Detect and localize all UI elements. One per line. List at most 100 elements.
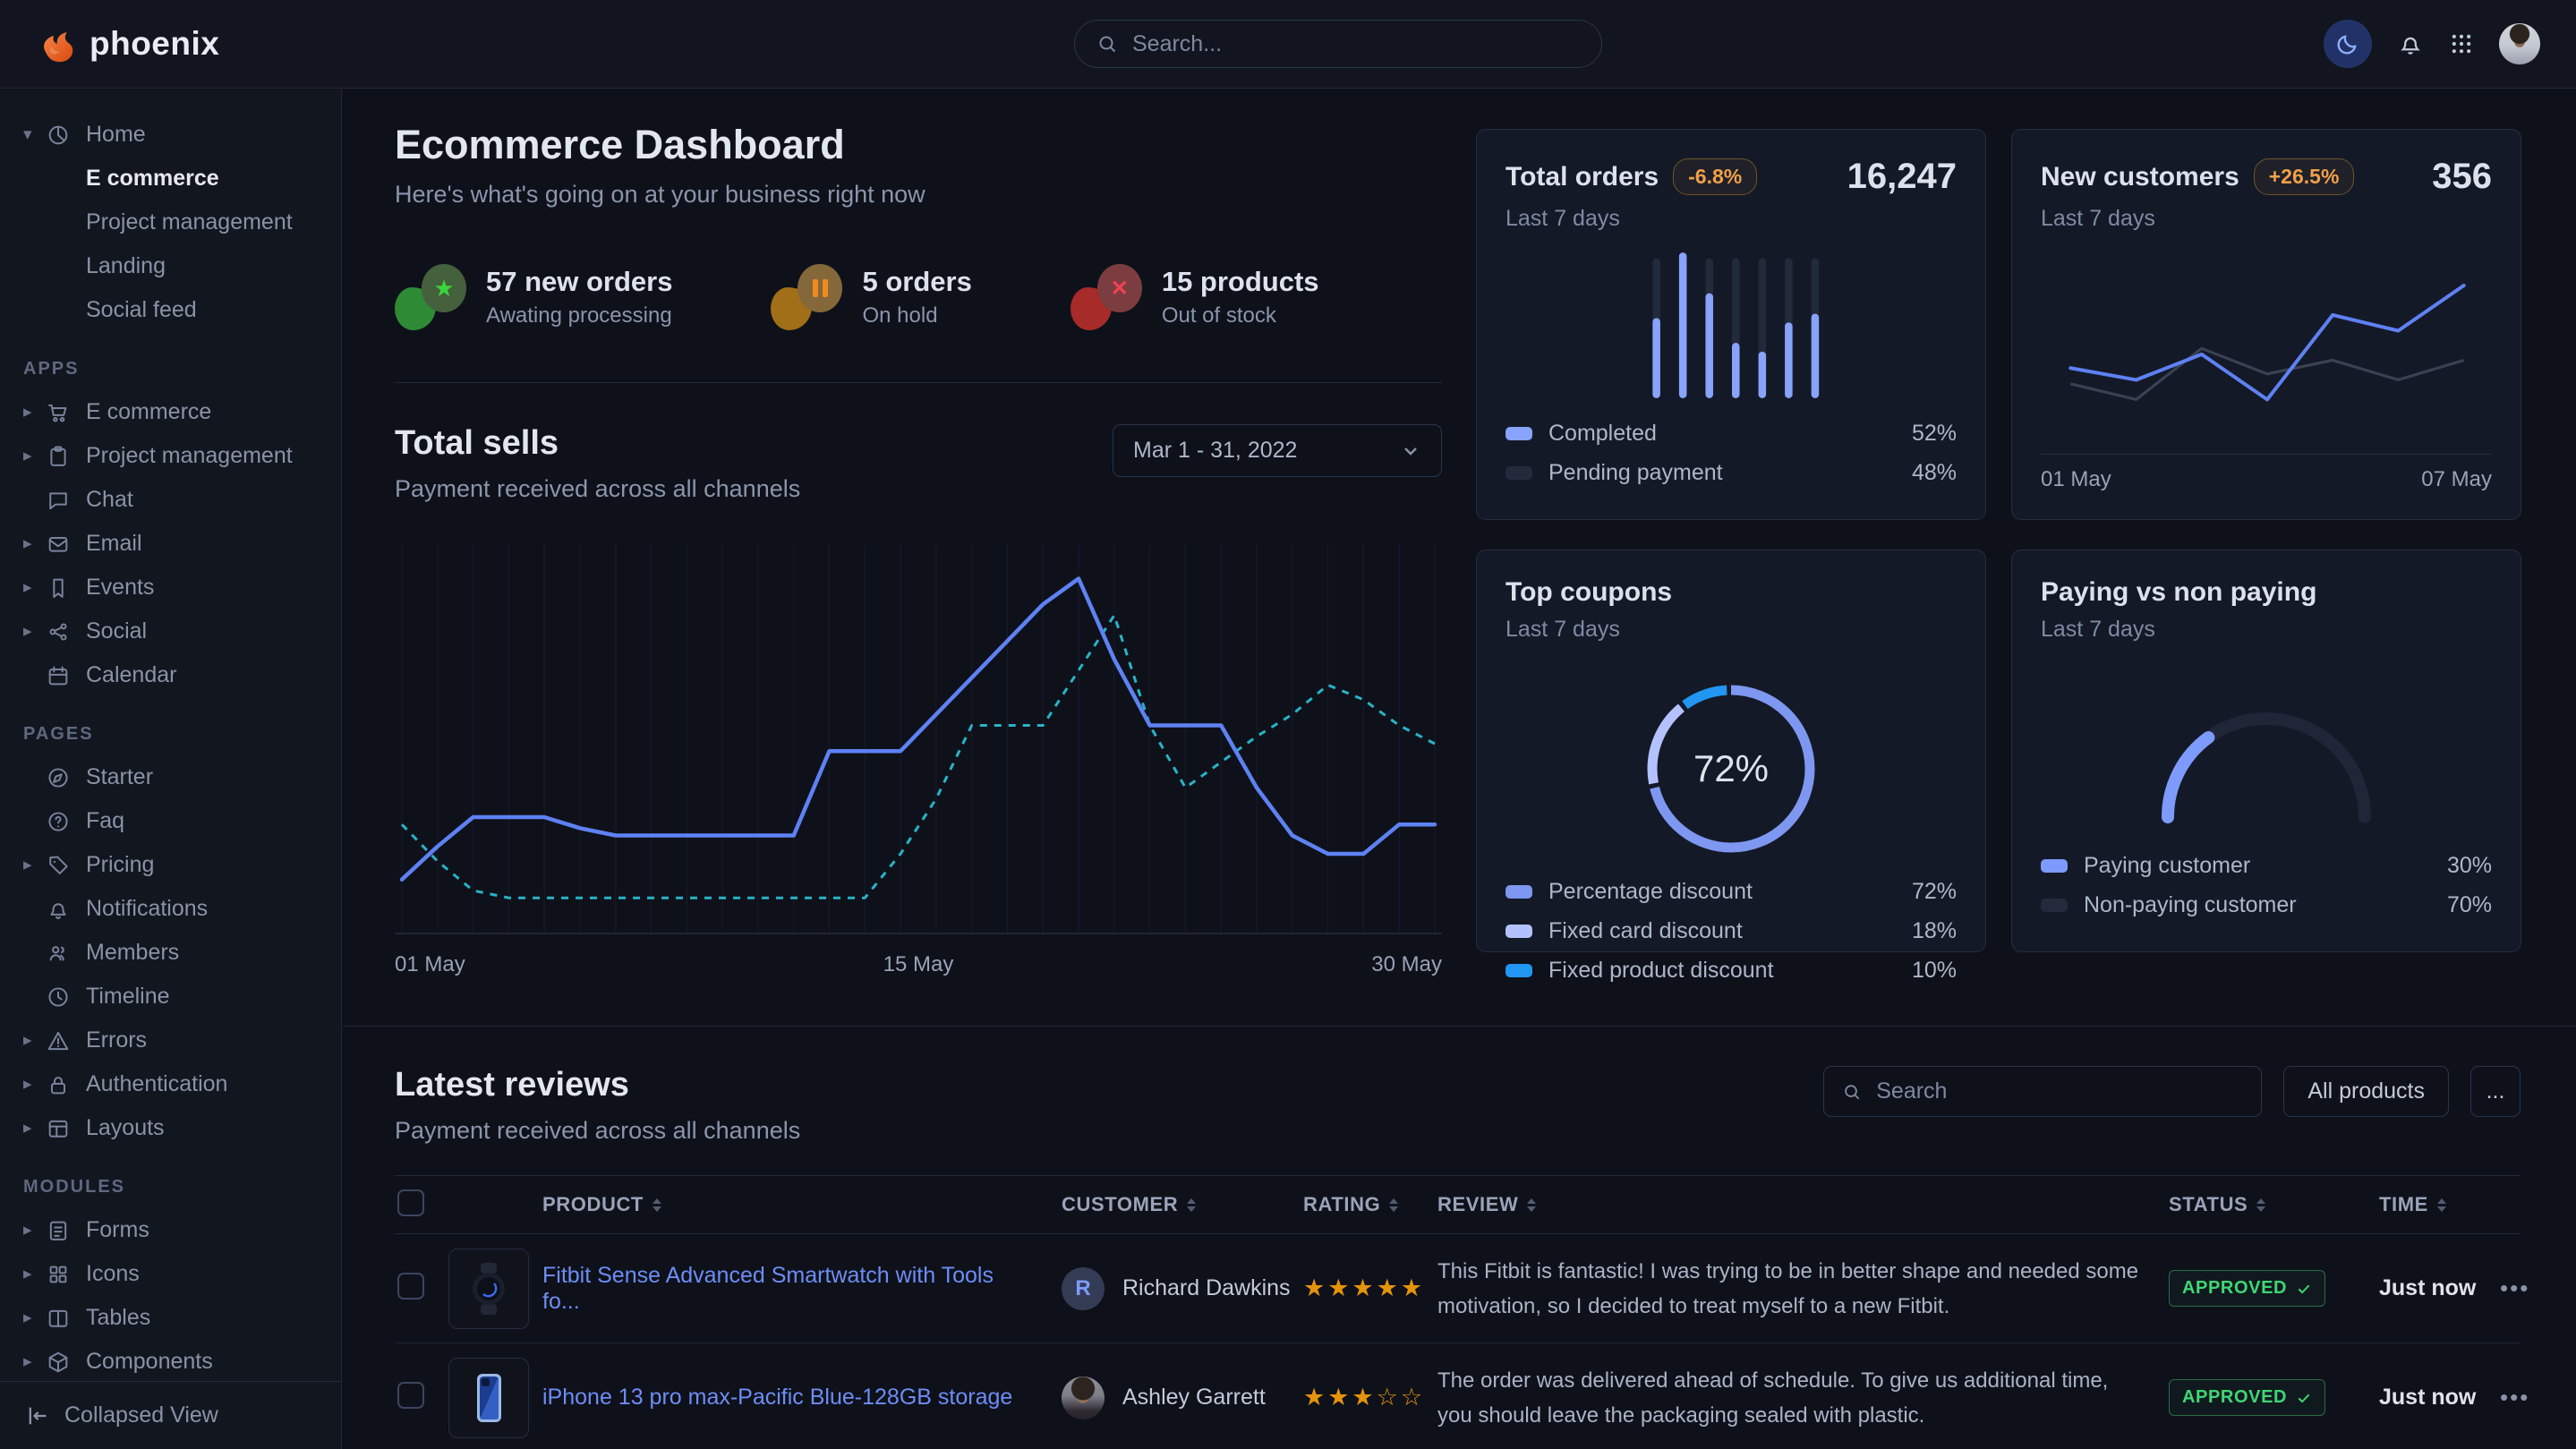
sidebar-item-project-management[interactable]: ▸Project management <box>0 434 341 478</box>
sort-icon[interactable] <box>653 1198 661 1212</box>
sort-icon[interactable] <box>2437 1198 2446 1212</box>
sidebar-item-e-commerce[interactable]: E commerce <box>0 157 341 200</box>
apps-grid-button[interactable] <box>2449 31 2474 56</box>
row-checkbox[interactable] <box>397 1382 424 1409</box>
x-tick: 30 May <box>1371 952 1442 977</box>
column-header-status[interactable]: STATUS <box>2169 1193 2379 1216</box>
row-more-button[interactable]: ••• <box>2500 1384 2529 1411</box>
sidebar-item-forms[interactable]: ▸Forms <box>0 1208 341 1252</box>
status-badge: APPROVED <box>2169 1379 2325 1416</box>
row-checkbox[interactable] <box>397 1273 424 1300</box>
reviews-more-button[interactable]: ... <box>2470 1066 2521 1117</box>
sidebar-item-tables[interactable]: ▸Tables <box>0 1296 341 1340</box>
sidebar-item-layouts[interactable]: ▸Layouts <box>0 1106 341 1150</box>
collapsed-view-toggle[interactable]: Collapsed View <box>0 1381 341 1449</box>
total-sells-subtitle: Payment received across all channels <box>395 475 800 503</box>
user-avatar[interactable] <box>2499 23 2540 64</box>
top-navbar: phoenix <box>0 0 2576 89</box>
sort-icon[interactable] <box>2256 1198 2265 1212</box>
status-cell: APPROVED <box>2169 1379 2379 1416</box>
date-range-select[interactable]: Mar 1 - 31, 2022 <box>1113 424 1442 477</box>
rating-cell: ★★★★★ <box>1303 1274 1437 1302</box>
sidebar-item-events[interactable]: ▸Events <box>0 566 341 609</box>
sidebar-item-components[interactable]: ▸Components <box>0 1340 341 1384</box>
sort-icon[interactable] <box>1527 1198 1536 1212</box>
paying-gauge-chart <box>2145 696 2387 831</box>
sidebar-item-members[interactable]: Members <box>0 931 341 975</box>
sidebar-item-calendar[interactable]: Calendar <box>0 653 341 697</box>
sidebar-item-pricing[interactable]: ▸Pricing <box>0 843 341 887</box>
top-coupons-card: Top coupons Last 7 days 72% Percentage d… <box>1476 550 1986 952</box>
sidebar-item-timeline[interactable]: Timeline <box>0 975 341 1019</box>
legend-row: Paying customer 30% <box>2041 846 2492 885</box>
x-tick: 07 May <box>2421 467 2492 492</box>
brand[interactable]: phoenix <box>36 22 219 65</box>
legend-row: Fixed card discount 18% <box>1506 911 1957 950</box>
column-header-product[interactable]: PRODUCT <box>542 1193 1062 1216</box>
calendar-icon <box>45 662 72 689</box>
stat-success: ★57 new ordersAwating processing <box>395 264 672 330</box>
notifications-button[interactable] <box>2397 30 2424 57</box>
sidebar-item-social-feed[interactable]: Social feed <box>0 288 341 332</box>
cart-icon <box>45 399 72 426</box>
sidebar-item-home[interactable]: ▾Home <box>0 113 341 157</box>
product-link[interactable]: iPhone 13 pro max-Pacific Blue-128GB sto… <box>542 1385 1062 1411</box>
sidebar-item-social[interactable]: ▸Social <box>0 609 341 653</box>
stat-danger: ✕15 productsOut of stock <box>1070 264 1319 330</box>
global-search-input[interactable] <box>1130 30 1580 58</box>
sidebar-item-email[interactable]: ▸Email <box>0 522 341 566</box>
page-subtitle: Here's what's going on at your business … <box>395 181 1442 209</box>
rating-cell: ★★★☆☆ <box>1303 1384 1437 1411</box>
sidebar-item-icons[interactable]: ▸Icons <box>0 1252 341 1296</box>
legend-label: Pending payment <box>1548 460 1723 486</box>
reviews-table: PRODUCTCUSTOMERRATINGREVIEWSTATUSTIME Fit… <box>395 1175 2521 1449</box>
reviews-search[interactable] <box>1823 1066 2262 1117</box>
cube-icon <box>45 1349 72 1376</box>
column-header-customer[interactable]: CUSTOMER <box>1062 1193 1303 1216</box>
sidebar-item-errors[interactable]: ▸Errors <box>0 1019 341 1062</box>
legend-swatch <box>2041 899 2068 912</box>
trend-badge: +26.5% <box>2254 158 2355 195</box>
select-all-checkbox[interactable] <box>397 1189 424 1216</box>
customer-avatar <box>1062 1377 1105 1419</box>
bookmark-icon <box>45 575 72 601</box>
dark-mode-toggle[interactable] <box>2324 20 2372 68</box>
legend-label: Fixed card discount <box>1548 918 1743 944</box>
legend-label: Non-paying customer <box>2084 892 2297 918</box>
column-header-time[interactable]: TIME <box>2379 1193 2500 1216</box>
latest-reviews-subtitle: Payment received across all channels <box>395 1117 800 1145</box>
sort-icon[interactable] <box>1389 1198 1398 1212</box>
product-link[interactable]: Fitbit Sense Advanced Smartwatch with To… <box>542 1263 1062 1315</box>
review-text: The order was delivered ahead of schedul… <box>1437 1363 2169 1433</box>
review-text: This Fitbit is fantastic! I was trying t… <box>1437 1254 2169 1324</box>
sidebar-item-notifications[interactable]: Notifications <box>0 887 341 931</box>
clipboard-icon <box>45 443 72 470</box>
all-products-button[interactable]: All products <box>2283 1066 2449 1117</box>
sort-icon[interactable] <box>1187 1198 1196 1212</box>
legend-row: Percentage discount 72% <box>1506 872 1957 911</box>
legend-value: 30% <box>2447 853 2492 879</box>
legend-row: Non-paying customer 70% <box>2041 885 2492 925</box>
sidebar-item-e-commerce[interactable]: ▸E commerce <box>0 390 341 434</box>
sidebar-item-project-management[interactable]: Project management <box>0 200 341 244</box>
divider <box>395 382 1442 383</box>
reviews-search-input[interactable] <box>1874 1078 2243 1105</box>
sidebar-item-authentication[interactable]: ▸Authentication <box>0 1062 341 1106</box>
caret-right-icon: ▸ <box>23 1030 45 1051</box>
card-period: Last 7 days <box>1506 617 1957 643</box>
donut-center-label: 72% <box>1628 666 1834 872</box>
legend-label: Paying customer <box>2084 853 2250 879</box>
sidebar-item-chat[interactable]: Chat <box>0 478 341 522</box>
customer-name: Ashley Garrett <box>1122 1385 1266 1411</box>
sidebar-item-landing[interactable]: Landing <box>0 244 341 288</box>
collapsed-view-label: Collapsed View <box>64 1402 218 1428</box>
customer-cell: Ashley Garrett <box>1062 1377 1303 1419</box>
global-search[interactable] <box>1074 20 1602 68</box>
column-header-review[interactable]: REVIEW <box>1437 1193 2169 1216</box>
sidebar-item-faq[interactable]: Faq <box>0 799 341 843</box>
row-more-button[interactable]: ••• <box>2500 1274 2529 1302</box>
column-header-rating[interactable]: RATING <box>1303 1193 1437 1216</box>
legend-label: Completed <box>1548 421 1657 447</box>
sidebar-item-starter[interactable]: Starter <box>0 755 341 799</box>
row-actions-cell: ••• <box>2500 1274 2529 1302</box>
